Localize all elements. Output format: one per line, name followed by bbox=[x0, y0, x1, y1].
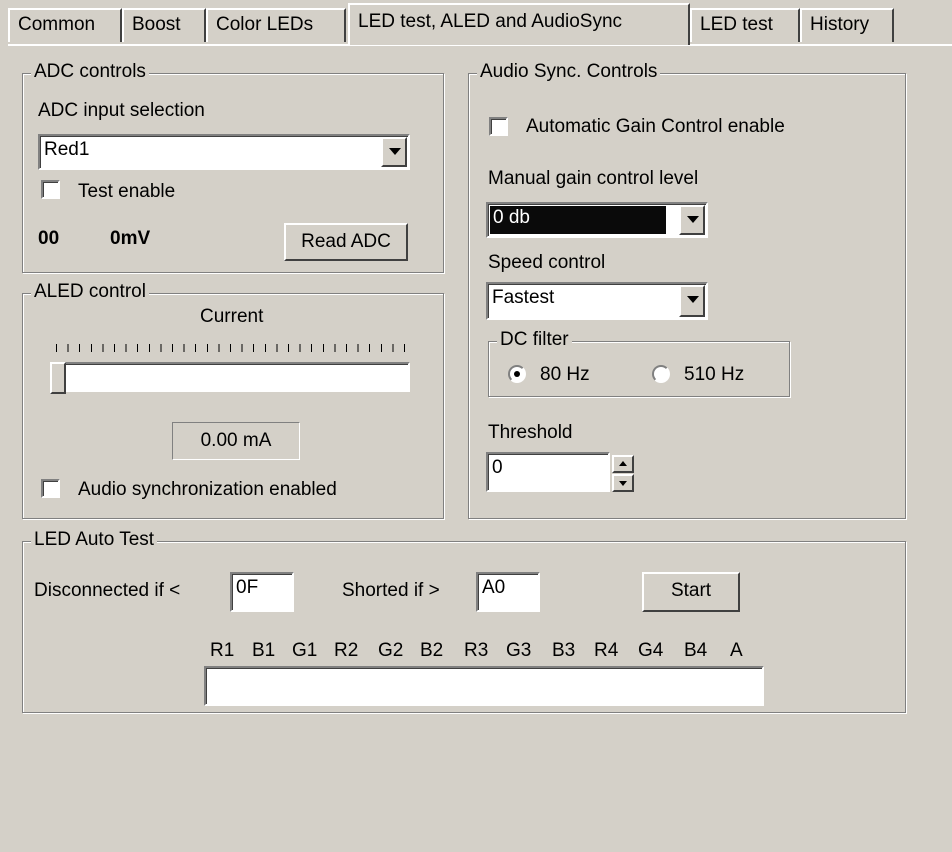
disconnected-value: 0F bbox=[236, 577, 259, 598]
chevron-down-icon[interactable] bbox=[679, 205, 705, 235]
tab-label: LED test bbox=[700, 14, 773, 35]
gain-select[interactable]: 0 db bbox=[486, 202, 708, 238]
channel-label: B2 bbox=[420, 640, 444, 661]
tab-label: Common bbox=[18, 14, 96, 35]
threshold-input[interactable]: 0 bbox=[486, 452, 610, 492]
shorted-value: A0 bbox=[482, 577, 506, 598]
audio-sync-title: Audio Sync. Controls bbox=[477, 61, 661, 83]
threshold-up-icon[interactable] bbox=[612, 455, 634, 473]
current-slider-ticks bbox=[56, 344, 408, 352]
channel-label: R3 bbox=[464, 640, 489, 661]
tab-label: History bbox=[810, 14, 870, 35]
channel-label: B1 bbox=[252, 640, 276, 661]
channel-label: B3 bbox=[552, 640, 576, 661]
tab-bar: Common Boost Color LEDs LED test, ALED a… bbox=[0, 0, 952, 47]
adc-voltage-value: 0mV bbox=[110, 228, 151, 249]
tab-label: Boost bbox=[132, 14, 181, 35]
tab-led-test[interactable]: LED test bbox=[690, 8, 800, 42]
tab-label: Color LEDs bbox=[216, 14, 314, 35]
tab-common[interactable]: Common bbox=[8, 8, 122, 42]
aled-control-title: ALED control bbox=[31, 281, 149, 303]
channel-label: G1 bbox=[292, 640, 318, 661]
shorted-label: Shorted if > bbox=[342, 580, 440, 601]
led-auto-test-title: LED Auto Test bbox=[31, 529, 158, 551]
dc-filter-title: DC filter bbox=[497, 329, 572, 351]
speed-value: Fastest bbox=[492, 287, 555, 308]
threshold-down-icon[interactable] bbox=[612, 474, 634, 492]
test-enable-label: Test enable bbox=[78, 181, 176, 202]
led-test-result-field bbox=[204, 666, 764, 706]
threshold-label: Threshold bbox=[488, 422, 573, 443]
adc-input-label: ADC input selection bbox=[38, 100, 205, 121]
current-label: Current bbox=[200, 306, 264, 327]
disconnected-label: Disconnected if < bbox=[34, 580, 181, 601]
adc-code-value: 00 bbox=[38, 228, 60, 249]
tab-boost[interactable]: Boost bbox=[122, 8, 206, 42]
audio-sync-label: Audio synchronization enabled bbox=[78, 479, 337, 500]
channel-label: G4 bbox=[638, 640, 664, 661]
dc-510hz-radio[interactable] bbox=[652, 365, 670, 383]
shorted-input[interactable]: A0 bbox=[476, 572, 540, 612]
speed-label: Speed control bbox=[488, 252, 606, 273]
channel-label: R1 bbox=[210, 640, 235, 661]
channel-labels: R1 B1 G1 R2 G2 B2 R3 G3 B3 R4 G4 B4 A bbox=[210, 640, 770, 664]
agc-checkbox[interactable] bbox=[489, 117, 508, 136]
adc-input-value: Red1 bbox=[44, 139, 90, 160]
gain-value: 0 db bbox=[490, 206, 666, 234]
chevron-down-icon[interactable] bbox=[679, 285, 705, 317]
dc-filter-group: DC filter bbox=[488, 329, 790, 397]
audio-sync-checkbox[interactable] bbox=[41, 479, 60, 498]
channel-label: R2 bbox=[334, 640, 359, 661]
channel-label: R4 bbox=[594, 640, 619, 661]
tab-color-leds[interactable]: Color LEDs bbox=[206, 8, 346, 42]
adc-controls-title: ADC controls bbox=[31, 61, 149, 83]
current-slider[interactable] bbox=[50, 362, 410, 392]
tab-label: LED test, ALED and AudioSync bbox=[358, 11, 623, 32]
speed-select[interactable]: Fastest bbox=[486, 282, 708, 320]
agc-label: Automatic Gain Control enable bbox=[526, 116, 785, 137]
channel-label: A bbox=[730, 640, 743, 661]
tab-history[interactable]: History bbox=[800, 8, 894, 42]
tab-led-test-aled-audiosync[interactable]: LED test, ALED and AudioSync bbox=[348, 3, 690, 45]
current-value-display: 0.00 mA bbox=[172, 422, 300, 460]
dc-80hz-label: 80 Hz bbox=[540, 364, 590, 385]
channel-label: G3 bbox=[506, 640, 532, 661]
dc-510hz-label: 510 Hz bbox=[684, 364, 745, 385]
test-enable-checkbox[interactable] bbox=[41, 180, 60, 199]
current-slider-thumb[interactable] bbox=[50, 362, 66, 394]
dc-80hz-radio[interactable] bbox=[508, 365, 526, 383]
adc-input-select[interactable]: Red1 bbox=[38, 134, 410, 170]
chevron-down-icon[interactable] bbox=[381, 137, 407, 167]
read-adc-button[interactable]: Read ADC bbox=[284, 223, 408, 261]
disconnected-input[interactable]: 0F bbox=[230, 572, 294, 612]
threshold-value: 0 bbox=[492, 457, 503, 478]
channel-label: G2 bbox=[378, 640, 404, 661]
start-button[interactable]: Start bbox=[642, 572, 740, 612]
gain-label: Manual gain control level bbox=[488, 168, 699, 189]
channel-label: B4 bbox=[684, 640, 708, 661]
